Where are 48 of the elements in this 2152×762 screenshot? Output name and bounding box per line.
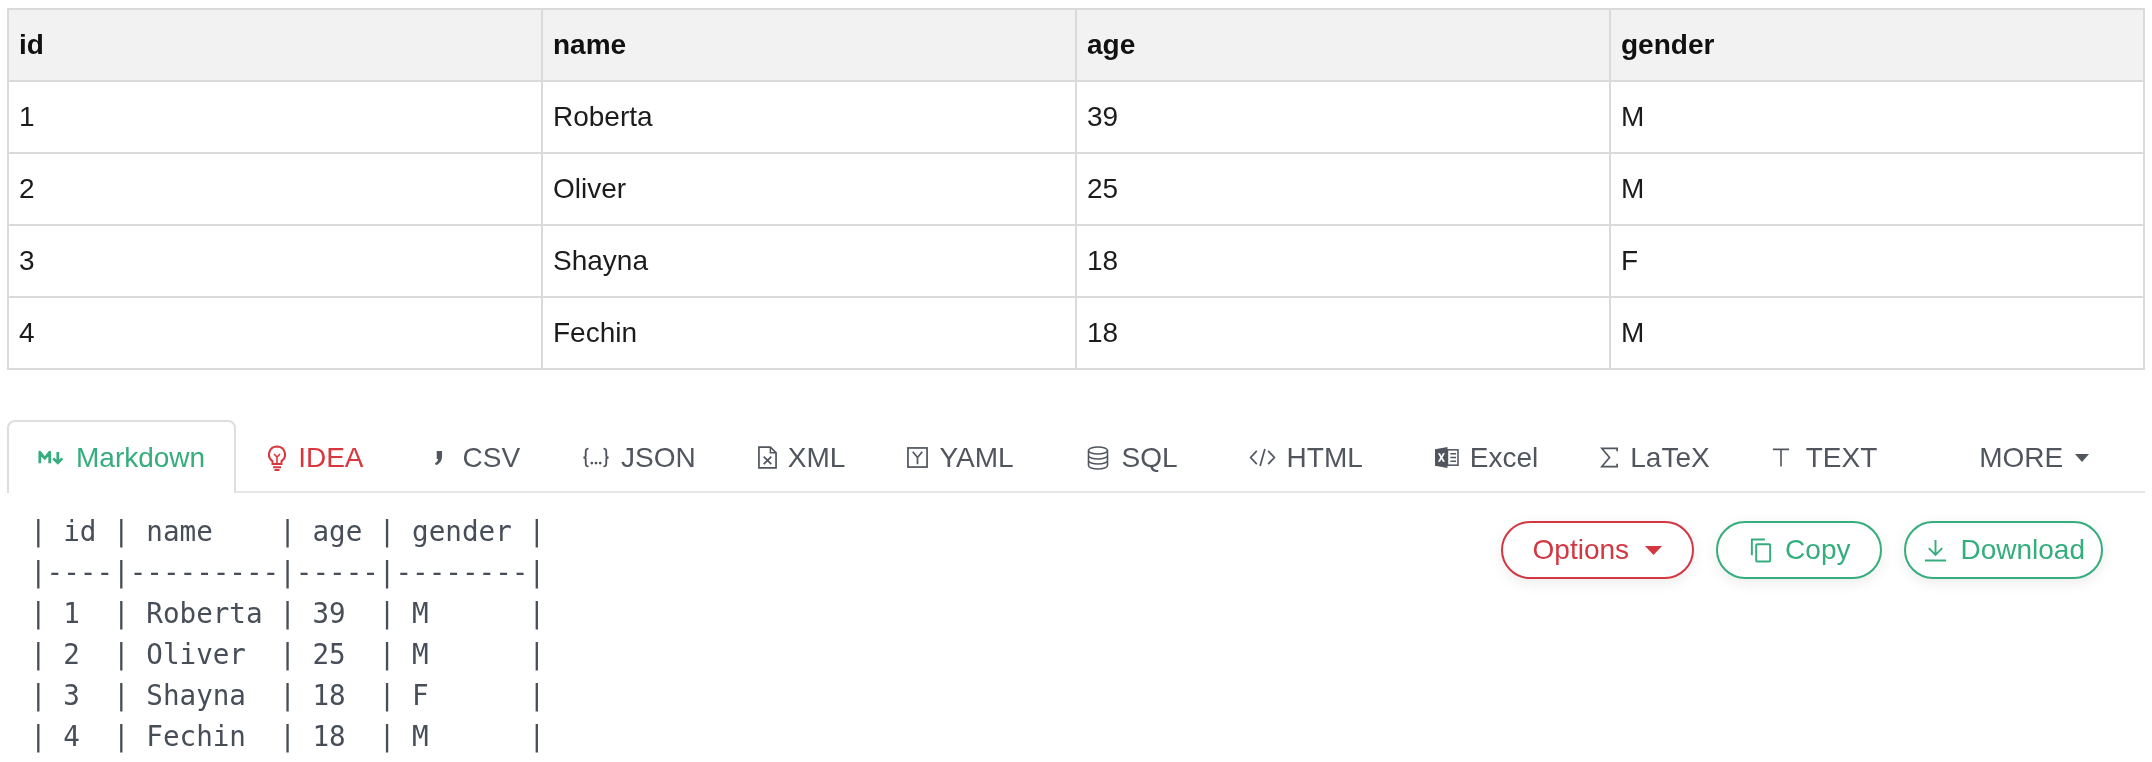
- boxed-y-icon: [907, 447, 929, 468]
- table-cell: M: [1610, 297, 2144, 369]
- sigma-icon: [1600, 447, 1620, 468]
- table-cell: F: [1610, 225, 2144, 297]
- format-tab[interactable]: CSV: [394, 420, 552, 493]
- database-icon: [1086, 445, 1109, 470]
- table-cell: Fechin: [542, 297, 1076, 369]
- lightbulb-icon: [267, 444, 288, 471]
- document-x-icon: [757, 446, 777, 469]
- format-tab[interactable]: XML: [726, 420, 877, 493]
- format-tab[interactable]: Excel: [1393, 420, 1570, 493]
- options-button[interactable]: Options: [1500, 521, 1695, 579]
- caret-icon: [2075, 453, 2090, 462]
- markdown-text: | id | name | age | gender | |----|---------|-----|--------| | 1 | Roberta | 39 | M | | 2 | Oliver | 25 | M | | 3 | Shayna | 18 | F | | 4 | Fechin | 18 | M |: [30, 514, 545, 755]
- table-cell: 1: [8, 81, 542, 153]
- column-header: age: [1076, 9, 1610, 81]
- table-cell: 39: [1076, 81, 1610, 153]
- braces-icon: [582, 447, 611, 468]
- spreadsheet-icon: [1433, 446, 1459, 469]
- table-cell: 18: [1076, 225, 1610, 297]
- format-tab[interactable]: HTML: [1208, 420, 1394, 493]
- column-header: gender: [1610, 9, 2144, 81]
- format-tab[interactable]: TEXT: [1740, 420, 1909, 493]
- m-down-arrow-icon: [38, 450, 65, 465]
- code-icon: [1248, 448, 1276, 467]
- table-cell: 25: [1076, 153, 1610, 225]
- download-icon: [1924, 538, 1948, 562]
- table-cell: M: [1610, 153, 2144, 225]
- caret-icon: [1645, 545, 1663, 555]
- column-header: id: [8, 9, 542, 81]
- table-cell: 18: [1076, 297, 1610, 369]
- table-cell: Roberta: [542, 81, 1076, 153]
- more-dropdown[interactable]: MORE: [1948, 420, 2121, 493]
- format-tab[interactable]: YAML: [876, 420, 1045, 493]
- comma-icon: [433, 449, 443, 466]
- format-tab[interactable]: LaTeX: [1569, 420, 1741, 493]
- copy-icon: [1750, 537, 1773, 563]
- table-cell: 3: [8, 225, 542, 297]
- format-tab[interactable]: JSON: [551, 420, 727, 493]
- table-cell: 2: [8, 153, 542, 225]
- format-tab[interactable]: SQL: [1044, 420, 1209, 493]
- column-header: name: [542, 9, 1076, 81]
- letter-t-icon: [1771, 447, 1790, 468]
- table-cell: 4: [8, 297, 542, 369]
- format-tab[interactable]: IDEA: [236, 420, 395, 493]
- table-cell: M: [1610, 81, 2144, 153]
- table-cell: Shayna: [542, 225, 1076, 297]
- table-cell: Oliver: [542, 153, 1076, 225]
